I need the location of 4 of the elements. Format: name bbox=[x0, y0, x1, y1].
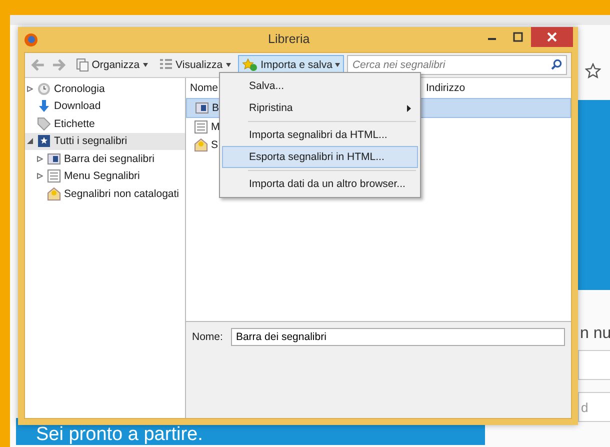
window-title: Libreria bbox=[268, 32, 310, 46]
partial-text: n nu bbox=[580, 325, 610, 343]
headline: Sei pronto a partire. bbox=[35, 424, 203, 445]
name-label: Nome: bbox=[192, 331, 223, 343]
